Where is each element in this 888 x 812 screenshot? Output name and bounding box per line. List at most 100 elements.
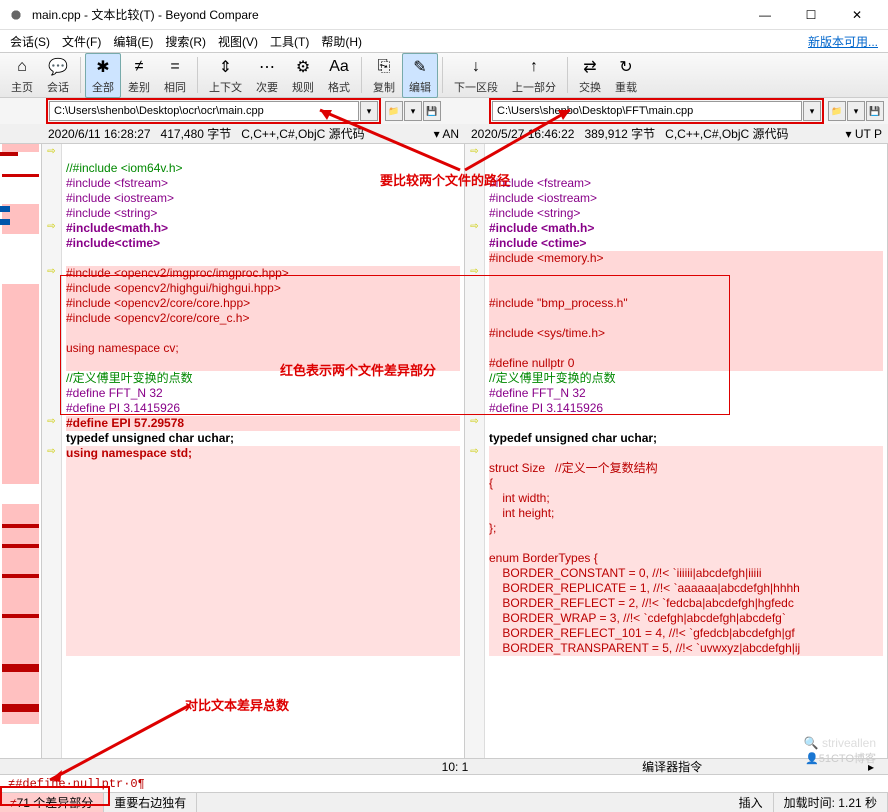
toolbar-主页[interactable]: ⌂主页: [4, 53, 40, 98]
code-line[interactable]: BORDER_REFLECT_101 = 4, //!< `gfedcb|abc…: [489, 626, 883, 641]
code-line[interactable]: [66, 626, 460, 641]
code-line[interactable]: [489, 266, 883, 281]
code-line[interactable]: using namespace cv;: [66, 341, 460, 356]
menu-session[interactable]: 会话(S): [4, 31, 56, 52]
code-line[interactable]: #define nullptr 0: [489, 356, 883, 371]
code-line[interactable]: #include <opencv2/core/core_c.h>: [66, 311, 460, 326]
code-line[interactable]: [489, 281, 883, 296]
code-line[interactable]: #define PI 3.1415926: [489, 401, 883, 416]
left-path-input[interactable]: [49, 101, 359, 121]
code-line[interactable]: [489, 146, 883, 161]
code-line[interactable]: #include "bmp_process.h": [489, 296, 883, 311]
code-line[interactable]: [66, 326, 460, 341]
code-line[interactable]: BORDER_CONSTANT = 0, //!< `iiiiii|abcdef…: [489, 566, 883, 581]
right-path-input[interactable]: [492, 101, 802, 121]
code-line[interactable]: #define FFT_N 32: [66, 386, 460, 401]
code-line[interactable]: #define EPI 57.29578: [66, 416, 460, 431]
code-line[interactable]: //定义傅里叶变换的点数: [489, 371, 883, 386]
code-line[interactable]: #include <opencv2/core/core.hpp>: [66, 296, 460, 311]
code-line[interactable]: struct Size //定义一个复数结构: [489, 461, 883, 476]
code-line[interactable]: typedef unsigned char uchar;: [489, 431, 883, 446]
code-line[interactable]: [489, 416, 883, 431]
code-line[interactable]: [66, 536, 460, 551]
left-save-button[interactable]: 💾: [423, 101, 441, 121]
code-line[interactable]: #include <string>: [489, 206, 883, 221]
maximize-button[interactable]: ☐: [788, 0, 834, 30]
code-line[interactable]: [489, 311, 883, 326]
code-line[interactable]: [66, 491, 460, 506]
toolbar-编辑[interactable]: ✎编辑: [402, 53, 438, 98]
close-button[interactable]: ✕: [834, 0, 880, 30]
code-line[interactable]: [489, 341, 883, 356]
code-line[interactable]: #include <ctime>: [489, 236, 883, 251]
code-line[interactable]: [489, 161, 883, 176]
toolbar-交换[interactable]: ⇄交换: [572, 53, 608, 98]
code-line[interactable]: BORDER_TRANSPARENT = 5, //!< `uvwxyz|abc…: [489, 641, 883, 656]
code-line[interactable]: #include <iostream>: [66, 191, 460, 206]
code-line[interactable]: };: [489, 521, 883, 536]
menu-view[interactable]: 视图(V): [212, 31, 264, 52]
code-line[interactable]: [66, 251, 460, 266]
menu-edit[interactable]: 编辑(E): [107, 31, 159, 52]
code-line[interactable]: #include <math.h>: [489, 221, 883, 236]
code-line[interactable]: int width;: [489, 491, 883, 506]
code-line[interactable]: [489, 446, 883, 461]
code-line[interactable]: #include <fstream>: [66, 176, 460, 191]
code-line[interactable]: [66, 611, 460, 626]
minimize-button[interactable]: —: [742, 0, 788, 30]
code-line[interactable]: using namespace std;: [66, 446, 460, 461]
left-open-folder-button[interactable]: 📁: [385, 101, 403, 121]
code-line[interactable]: typedef unsigned char uchar;: [66, 431, 460, 446]
toolbar-上一部分[interactable]: ↑上一部分: [505, 53, 563, 98]
code-line[interactable]: #include <fstream>: [489, 176, 883, 191]
code-line[interactable]: BORDER_REPLICATE = 1, //!< `aaaaaa|abcde…: [489, 581, 883, 596]
toolbar-全部[interactable]: ✱全部: [85, 53, 121, 98]
code-line[interactable]: enum BorderTypes {: [489, 551, 883, 566]
diff-count[interactable]: ≠ 71 个差异部分: [0, 793, 104, 812]
toolbar-上下文[interactable]: ⇕上下文: [202, 53, 249, 98]
code-line[interactable]: BORDER_WRAP = 3, //!< `cdefgh|abcdefgh|a…: [489, 611, 883, 626]
code-line[interactable]: [66, 581, 460, 596]
toolbar-复制[interactable]: ⎘复制: [366, 53, 402, 98]
code-line[interactable]: #include <opencv2/highgui/highgui.hpp>: [66, 281, 460, 296]
toolbar-次要[interactable]: ⋯次要: [249, 53, 285, 98]
code-line[interactable]: [66, 476, 460, 491]
menu-tools[interactable]: 工具(T): [264, 31, 315, 52]
code-line[interactable]: #include <opencv2/imgproc/imgproc.hpp>: [66, 266, 460, 281]
code-line[interactable]: [66, 521, 460, 536]
code-line[interactable]: [66, 566, 460, 581]
overview-gutter[interactable]: [0, 144, 42, 758]
right-path-dropdown[interactable]: ▾: [803, 101, 821, 121]
toolbar-格式[interactable]: Aa格式: [321, 53, 357, 98]
code-line[interactable]: [66, 356, 460, 371]
toolbar-规则[interactable]: ⚙规则: [285, 53, 321, 98]
toolbar-重载[interactable]: ↻重载: [608, 53, 644, 98]
code-line[interactable]: #include <iostream>: [489, 191, 883, 206]
left-path-dropdown[interactable]: ▾: [360, 101, 378, 121]
code-line[interactable]: #include <string>: [66, 206, 460, 221]
right-history-button[interactable]: ▾: [847, 101, 865, 121]
code-line[interactable]: [489, 536, 883, 551]
menu-help[interactable]: 帮助(H): [315, 31, 368, 52]
left-history-button[interactable]: ▾: [404, 101, 422, 121]
code-line[interactable]: #include <sys/time.h>: [489, 326, 883, 341]
code-line[interactable]: [66, 506, 460, 521]
code-line[interactable]: //定义傅里叶变换的点数: [66, 371, 460, 386]
code-line[interactable]: #define FFT_N 32: [489, 386, 883, 401]
left-code[interactable]: //#include <iom64v.h>#include <fstream>#…: [62, 144, 464, 758]
menu-search[interactable]: 搜索(R): [159, 31, 212, 52]
code-line[interactable]: [66, 551, 460, 566]
right-open-folder-button[interactable]: 📁: [828, 101, 846, 121]
right-save-button[interactable]: 💾: [866, 101, 884, 121]
new-version-link[interactable]: 新版本可用...: [802, 31, 884, 52]
code-line[interactable]: [66, 596, 460, 611]
code-line[interactable]: [66, 641, 460, 656]
code-line[interactable]: [66, 146, 460, 161]
right-code[interactable]: #include <fstream>#include <iostream>#in…: [485, 144, 887, 758]
code-line[interactable]: int height;: [489, 506, 883, 521]
code-line[interactable]: #include<ctime>: [66, 236, 460, 251]
toolbar-差别[interactable]: ≠差别: [121, 53, 157, 98]
code-line[interactable]: #define PI 3.1415926: [66, 401, 460, 416]
code-line[interactable]: {: [489, 476, 883, 491]
code-line[interactable]: //#include <iom64v.h>: [66, 161, 460, 176]
